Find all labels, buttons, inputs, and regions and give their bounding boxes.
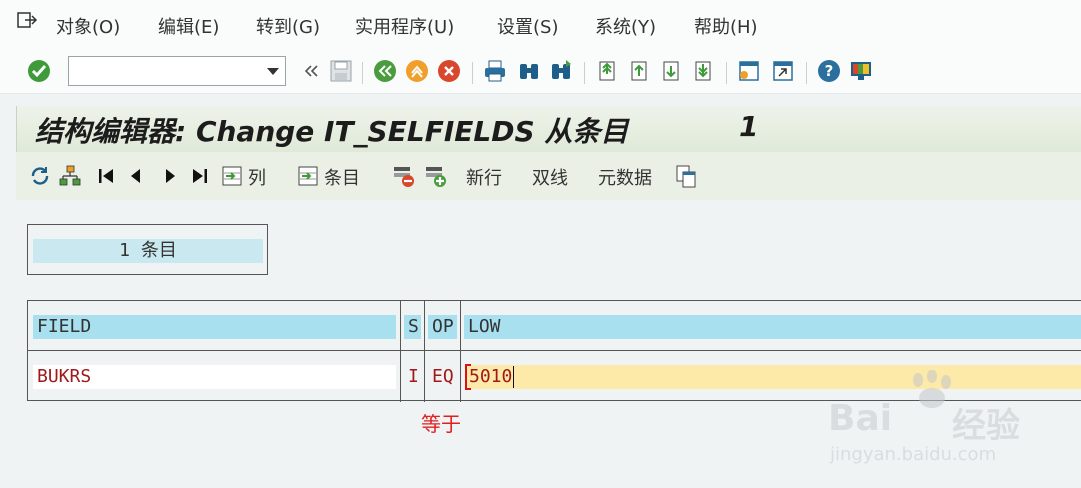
find-next-binoculars-icon[interactable] xyxy=(548,58,574,84)
dropdown-arrow-icon[interactable] xyxy=(267,68,279,75)
last-page-icon[interactable] xyxy=(690,58,716,84)
toolbar-separator xyxy=(472,62,473,84)
column-icon[interactable] xyxy=(220,164,244,188)
refresh-icon[interactable] xyxy=(28,164,52,188)
header-low: LOW xyxy=(464,315,1081,339)
menu-system[interactable]: 系统(Y) xyxy=(595,13,656,39)
menu-utilities[interactable]: 实用程序(U) xyxy=(355,13,454,39)
text-caret xyxy=(513,366,515,388)
hierarchy-icon[interactable] xyxy=(58,164,82,188)
header-sign: S xyxy=(404,315,421,339)
low-value: 5010 xyxy=(469,366,513,387)
print-icon[interactable] xyxy=(482,58,508,84)
entry-button[interactable]: 条目 xyxy=(324,164,360,190)
last-entry-icon[interactable] xyxy=(188,164,212,188)
layout-menu-icon[interactable] xyxy=(848,58,874,84)
page-title: 结构编辑器: Change IT_SELFIELDS 从条目 xyxy=(35,115,629,148)
cancel-red-icon[interactable] xyxy=(436,58,462,84)
entries-box: 1 条目 xyxy=(27,224,268,275)
column-divider xyxy=(400,301,401,402)
column-divider xyxy=(424,301,425,402)
menu-help[interactable]: 帮助(H) xyxy=(694,13,758,39)
metadata-button[interactable]: 元数据 xyxy=(598,164,652,190)
application-toolbar: 列 条目 新行 双线 元数据 xyxy=(16,152,1081,200)
insert-row-icon[interactable] xyxy=(424,164,448,188)
delete-row-icon[interactable] xyxy=(392,164,416,188)
watermark-brand-cn: 经验 xyxy=(952,406,1020,446)
title-bar: 结构编辑器: Change IT_SELFIELDS 从条目 1 xyxy=(16,106,1081,152)
watermark-brand: Bai xyxy=(828,398,893,439)
new-row-button[interactable]: 新行 xyxy=(466,164,502,190)
save-icon[interactable] xyxy=(328,58,354,84)
page-title-number: 1 xyxy=(739,110,759,143)
toolbar-separator xyxy=(362,62,363,84)
first-page-icon[interactable] xyxy=(594,58,620,84)
row-divider xyxy=(28,350,1081,351)
column-button[interactable]: 列 xyxy=(248,164,266,190)
next-page-icon[interactable] xyxy=(658,58,684,84)
menu-exit-icon[interactable] xyxy=(16,10,38,30)
toolbar-separator xyxy=(584,62,585,84)
find-binoculars-icon[interactable] xyxy=(516,58,542,84)
header-field: FIELD xyxy=(33,315,396,339)
svg-text:?: ? xyxy=(825,62,834,80)
paw-logo-icon xyxy=(913,370,951,408)
entries-count: 1 条目 xyxy=(33,239,263,263)
back-double-chevron-icon[interactable] xyxy=(298,58,324,84)
header-op: OP xyxy=(428,315,457,339)
next-entry-icon[interactable] xyxy=(158,164,182,188)
help-icon[interactable]: ? xyxy=(816,58,842,84)
menu-object[interactable]: 对象(O) xyxy=(56,13,120,39)
cell-field: BUKRS xyxy=(33,365,396,389)
exit-orange-icon[interactable] xyxy=(404,58,430,84)
annotation-equal: 等于 xyxy=(421,412,461,436)
watermark-url: jingyan.baidu.com xyxy=(830,444,997,465)
toolbar-separator xyxy=(726,62,727,84)
enter-check-icon[interactable] xyxy=(26,58,52,84)
menu-goto[interactable]: 转到(G) xyxy=(256,13,320,39)
previous-page-icon[interactable] xyxy=(626,58,652,84)
entry-icon[interactable] xyxy=(296,164,320,188)
command-field[interactable] xyxy=(68,56,286,86)
toolbar-separator xyxy=(806,62,807,84)
cell-sign: I xyxy=(408,366,419,387)
double-line-button[interactable]: 双线 xyxy=(532,164,568,190)
first-entry-icon[interactable] xyxy=(94,164,118,188)
menu-settings[interactable]: 设置(S) xyxy=(497,13,558,39)
menu-edit[interactable]: 编辑(E) xyxy=(158,13,219,39)
previous-entry-icon[interactable] xyxy=(124,164,148,188)
create-session-icon[interactable] xyxy=(736,58,762,84)
back-green-icon[interactable] xyxy=(372,58,398,84)
copy-icon[interactable] xyxy=(674,164,698,188)
watermark: Bai 经验 jingyan.baidu.com xyxy=(828,370,1078,480)
column-divider xyxy=(460,301,461,402)
shortcut-icon[interactable] xyxy=(770,58,796,84)
menu-bar: 对象(O) 编辑(E) 转到(G) 实用程序(U) 设置(S) 系统(Y) 帮助… xyxy=(0,0,1081,48)
cell-op: EQ xyxy=(432,366,454,387)
focus-bracket xyxy=(465,364,471,390)
